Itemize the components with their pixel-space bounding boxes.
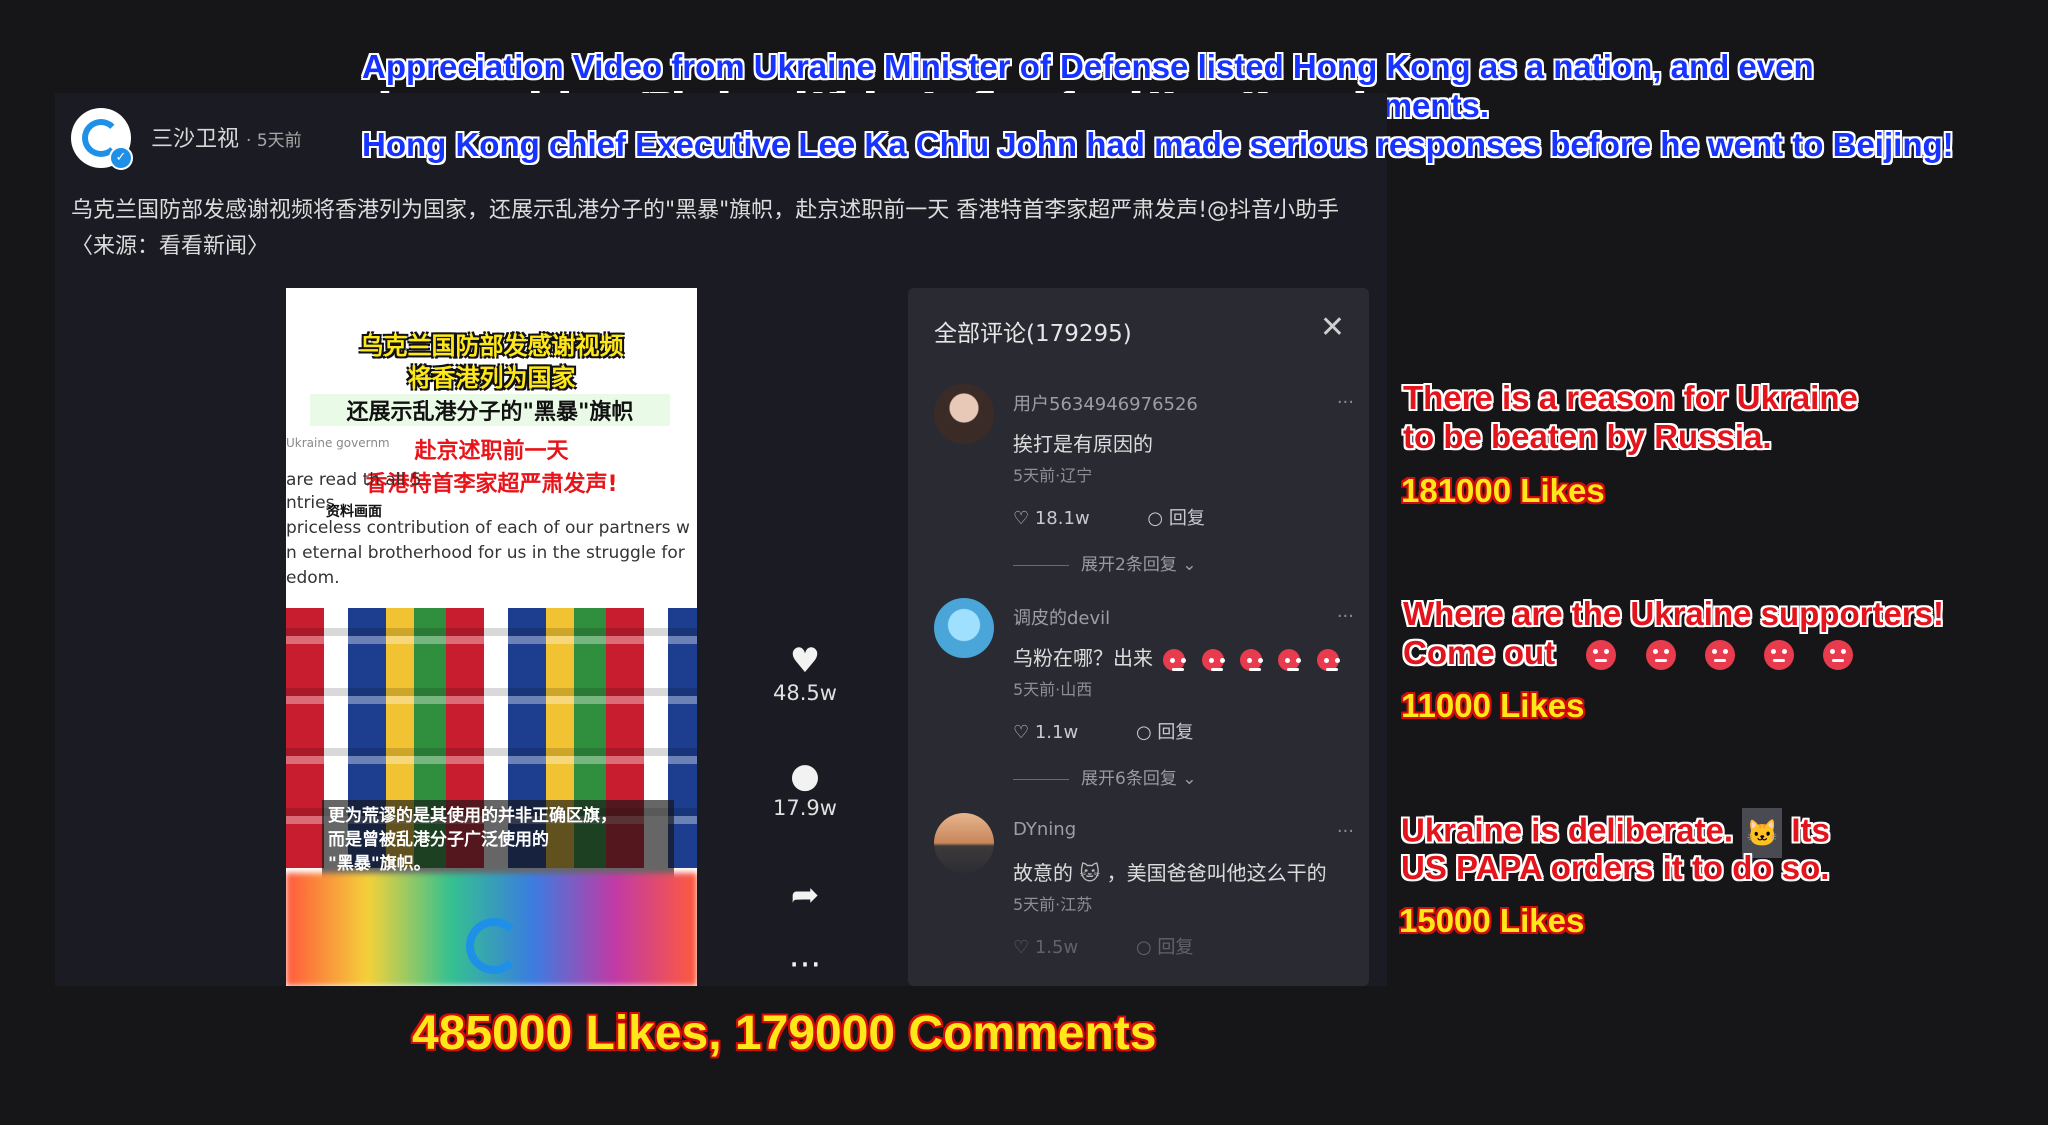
comment-actions: ♡ 1.5w ○ 回复	[1013, 933, 1245, 959]
comments-title: 全部评论(179295)	[934, 321, 1132, 347]
commenter-avatar[interactable]	[934, 598, 994, 658]
video-english-line-2: are read th all 5	[286, 470, 422, 490]
video-caption: 更为荒谬的是其使用的并非正确区旗， 而是曾被乱港分子广泛使用的 "黑暴"旗帜。	[322, 800, 674, 880]
comment-meta: 5天前·江苏	[1013, 895, 1093, 914]
video-english-line-5: n eternal brotherhood for us in the stru…	[286, 543, 685, 563]
comment-text: 乌粉在哪？出来	[1013, 642, 1339, 671]
comment-text-content-2: ，美国爸爸叫他这么干的	[1106, 861, 1327, 885]
comment-reply-button[interactable]: ○ 回复	[1147, 508, 1230, 529]
more-options-icon[interactable]: ···	[1337, 821, 1354, 842]
comment-reply-button[interactable]: ○ 回复	[1136, 722, 1219, 743]
comment-reply-label: 回复	[1157, 937, 1194, 958]
comment-like-count: 18.1w	[1034, 508, 1090, 529]
comment-text: 挨打是有原因的	[1013, 432, 1153, 456]
comment-bubble-icon[interactable]: ●	[755, 756, 855, 796]
video-caption-line-2: 而是曾被乱港分子广泛使用的	[328, 830, 549, 850]
commenter-name[interactable]: 用户5634946976526	[1013, 390, 1198, 416]
expand-replies-button[interactable]: 展开6条回复 ⌄	[1013, 764, 1196, 789]
angry-emoji-icon	[1763, 640, 1794, 671]
angry-emoji-icon	[1316, 648, 1339, 671]
note-3-line-1-text: Ukraine is deliberate.	[1401, 811, 1733, 849]
comment-actions: ♡ 1.1w ○ 回复	[1013, 718, 1245, 744]
cat-emoji-icon: 🐱	[1079, 861, 1101, 885]
more-dots-icon[interactable]: ···	[755, 945, 855, 985]
post-description: 乌克兰国防部发感谢视频将香港列为国家，还展示乱港分子的"黑暴"旗帜，赴京述职前一…	[71, 198, 1340, 259]
more-options-icon[interactable]: ···	[1337, 606, 1354, 627]
comment-reply-button[interactable]: ○ 回复	[1136, 937, 1219, 958]
comment-meta: 5天前·辽宁	[1013, 466, 1093, 485]
comment-like-button[interactable]: ♡ 18.1w	[1013, 508, 1116, 529]
expand-replies-label: 展开2条回复	[1081, 555, 1177, 575]
comments-panel: 全部评论(179295) ✕ 用户5634946976526 ··· 挨打是有原…	[908, 288, 1369, 986]
video-english-line-6: edom.	[286, 568, 340, 588]
headline-line-1: Appreciation Video from Ukraine Minister…	[362, 48, 1814, 85]
comment-reply-label: 回复	[1157, 722, 1194, 743]
close-icon[interactable]: ✕	[1320, 310, 1345, 345]
author-name[interactable]: 三沙卫视	[151, 127, 239, 152]
post-time: · 5天前	[246, 131, 302, 151]
headline-line-3: Hong Kong chief Executive Lee Ka Chiu Jo…	[362, 126, 1954, 163]
commenter-name[interactable]: DYning	[1013, 819, 1076, 840]
more-options-icon[interactable]: ···	[1337, 392, 1354, 413]
author-avatar[interactable]: ✓	[71, 108, 133, 170]
comment-text-content: 乌粉在哪？出来	[1013, 646, 1153, 670]
heart-icon[interactable]: ♥	[755, 641, 855, 681]
angry-emoji-icon	[1823, 640, 1854, 671]
expand-replies-button[interactable]: 展开2条回复 ⌄	[1013, 550, 1196, 575]
angry-emoji-icon	[1704, 640, 1735, 671]
note-2-line-1: Where are the Ukraine supporters!	[1403, 595, 1944, 632]
commenter-avatar[interactable]	[934, 384, 994, 444]
post-panel: ✓ 三沙卫视 · 5天前 乌克兰国防部发感谢视频将香港列为国家，还展示乱港分子的…	[55, 93, 1387, 986]
angry-emoji-icon	[1645, 640, 1676, 671]
note-1-likes: 181000 Likes	[1401, 472, 1605, 509]
note-2-line-2: Come out	[1403, 633, 1854, 672]
engagement-summary: 485000 Likes, 179000 Comments	[412, 1007, 1157, 1060]
comment-like-button[interactable]: ♡ 1.5w	[1013, 937, 1104, 958]
video-english-line-1: Ukraine governm	[286, 436, 390, 450]
comment-reply-label: 回复	[1168, 508, 1205, 529]
like-action[interactable]: ♥ 48.5w	[755, 641, 855, 705]
video-logo-icon	[466, 918, 522, 974]
angry-emoji-icon	[1586, 640, 1617, 671]
note-2-line-2-text: Come out	[1403, 634, 1556, 671]
commenter-avatar[interactable]	[934, 813, 994, 873]
comment-meta: 5天前·山西	[1013, 680, 1093, 699]
note-3-likes: 15000 Likes	[1399, 902, 1585, 939]
angry-emoji-icon	[1201, 648, 1224, 671]
comment-like-count: 1.1w	[1034, 722, 1079, 743]
author-row: 三沙卫视 · 5天前	[151, 121, 302, 153]
video-english-line-4: priceless contribution of each of our pa…	[286, 518, 690, 538]
comment-like-button[interactable]: ♡ 1.1w	[1013, 722, 1104, 743]
comment-count: 17.9w	[773, 796, 837, 820]
comment-actions: ♡ 18.1w ○ 回复	[1013, 504, 1257, 530]
angry-emoji-icon	[1278, 648, 1301, 671]
video-title-line-2: 将香港列为国家	[407, 364, 576, 392]
video-caption-line-1: 更为荒谬的是其使用的并非正确区旗，	[328, 806, 617, 826]
angry-emoji-icon	[1163, 648, 1186, 671]
expand-replies-label: 展开6条回复	[1081, 769, 1177, 789]
commenter-name[interactable]: 调皮的devil	[1013, 604, 1110, 630]
share-action[interactable]: ➦	[755, 875, 855, 915]
video-title-line-1: 乌克兰国防部发感谢视频	[359, 332, 624, 360]
note-3-line-2: US PAPA orders it to do so.	[1401, 849, 1830, 886]
comment-action[interactable]: ● 17.9w	[755, 756, 855, 820]
note-1-line-2: to be beaten by Russia.	[1403, 418, 1772, 455]
note-2-likes: 11000 Likes	[1401, 687, 1585, 724]
share-icon[interactable]: ➦	[755, 875, 855, 915]
comment-like-count: 1.5w	[1034, 937, 1079, 958]
verified-icon: ✓	[109, 146, 133, 170]
video-title-line-3: 还展示乱港分子的"黑暴"旗帜	[310, 394, 670, 426]
note-3-line-1-tail: Its	[1791, 811, 1830, 849]
angry-emoji-icon	[1240, 648, 1263, 671]
more-action[interactable]: ···	[755, 945, 855, 985]
video-player[interactable]: 乌克兰国防部发感谢视频 将香港列为国家 还展示乱港分子的"黑暴"旗帜 赴京述职前…	[286, 288, 697, 986]
note-1-line-1: There is a reason for Ukraine	[1403, 379, 1858, 416]
like-count: 48.5w	[773, 681, 837, 705]
comment-text-content: 故意的	[1013, 861, 1073, 885]
comment-text: 故意的 🐱 ，美国爸爸叫他这么干的	[1013, 857, 1327, 886]
